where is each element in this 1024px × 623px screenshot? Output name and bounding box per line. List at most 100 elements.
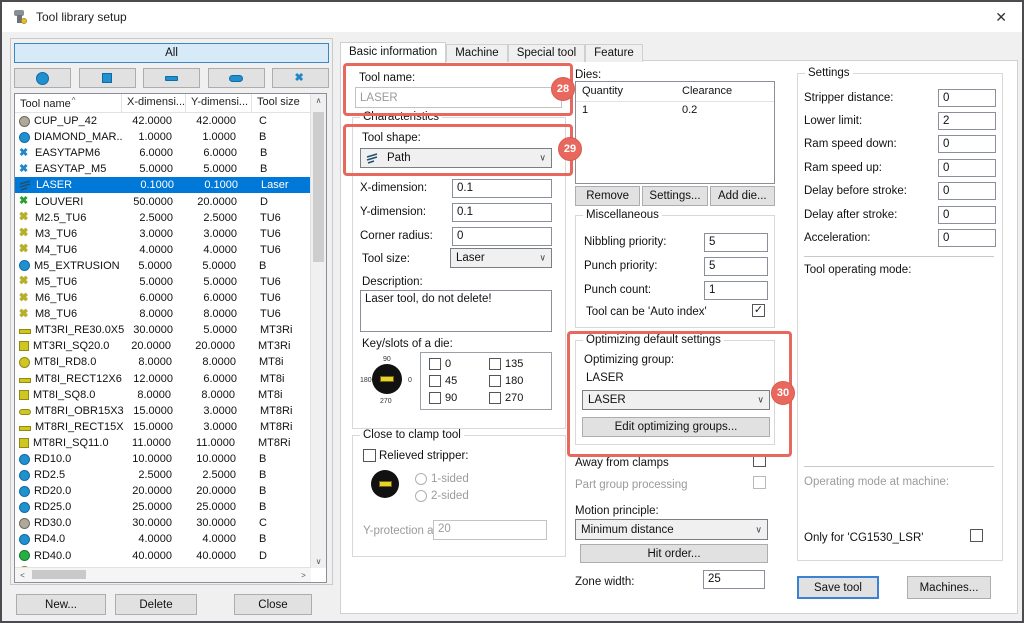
- tool-row-M5_TU6[interactable]: ✖M5_TU65.00005.0000TU6: [15, 274, 326, 290]
- vertical-scrollbar[interactable]: ∧ ∨: [310, 94, 326, 568]
- column-header-1[interactable]: X-dimensi...: [122, 94, 186, 112]
- column-header-3[interactable]: Tool size: [252, 94, 311, 112]
- scroll-left-icon[interactable]: <: [15, 571, 30, 580]
- dies-table: QuantityClearance 10.2: [575, 81, 775, 184]
- tab-basic-information[interactable]: Basic information: [340, 42, 446, 63]
- settings--button[interactable]: Settings...: [642, 186, 707, 206]
- cell-y: 25.0000: [187, 501, 253, 513]
- filter-special-button[interactable]: ✖: [272, 68, 329, 88]
- description-input[interactable]: Laser tool, do not delete!: [360, 290, 552, 332]
- column-header-0[interactable]: Tool name^: [15, 94, 122, 112]
- field-input-stripper-distance-[interactable]: 0: [938, 89, 996, 107]
- close-icon[interactable]: ✕: [995, 9, 1007, 25]
- tool-row-LOUVERI[interactable]: ✖LOUVERI50.000020.0000D: [15, 193, 326, 209]
- tab-machine[interactable]: Machine: [446, 44, 507, 62]
- delete-button[interactable]: Delete: [115, 594, 197, 615]
- field-input-x-dimension-[interactable]: 0.1: [452, 179, 552, 198]
- hit-order-button[interactable]: Hit order...: [580, 544, 768, 563]
- add-die--button[interactable]: Add die...: [710, 186, 775, 206]
- field-label: Punch count:: [584, 284, 704, 296]
- tool-size-dropdown[interactable]: Laser ∨: [450, 248, 552, 268]
- auto-index-checkbox[interactable]: [752, 304, 765, 317]
- tool-row-RD30.0[interactable]: RD30.030.000030.0000C: [15, 515, 326, 531]
- column-header-2[interactable]: Y-dimensi...: [186, 94, 252, 112]
- field-input-delay-after-stroke-[interactable]: 0: [938, 206, 996, 224]
- tool-row-EASYTAP_M5[interactable]: ✖EASYTAP_M55.00005.0000B: [15, 161, 326, 177]
- dies-row[interactable]: 10.2: [576, 102, 774, 119]
- field-input-nibbling-priority-[interactable]: 5: [704, 233, 768, 252]
- tool-row-MT8RI_OBR15X3[interactable]: MT8RI_OBR15X315.00003.0000MT8Ri: [15, 403, 326, 419]
- tab-special-tool[interactable]: Special tool: [508, 44, 585, 62]
- tool-row-MT8I_RECT12X6[interactable]: MT8I_RECT12X612.00006.0000MT8i: [15, 371, 326, 387]
- tab-feature[interactable]: Feature: [585, 44, 643, 62]
- tool-row-MT8RI_RECT15X3[interactable]: MT8RI_RECT15X315.00003.0000MT8Ri: [15, 419, 326, 435]
- close-button[interactable]: Close: [234, 594, 312, 615]
- tool-row-M2.5_TU6[interactable]: ✖M2.5_TU62.50002.5000TU6: [15, 210, 326, 226]
- key-slot-checkbox-0[interactable]: [429, 358, 441, 370]
- cell-size: D: [253, 550, 307, 562]
- field-input-acceleration-[interactable]: 0: [938, 229, 996, 247]
- scroll-up-icon[interactable]: ∧: [311, 96, 326, 105]
- tool-row-MT8I_SQ8.0[interactable]: MT8I_SQ8.08.00008.0000MT8i: [15, 387, 326, 403]
- filter-obround-button[interactable]: [208, 68, 265, 88]
- tool-row-MT3RI_SQ20.0[interactable]: MT3RI_SQ20.020.000020.0000MT3Ri: [15, 338, 326, 354]
- relieved-stripper-checkbox[interactable]: [363, 449, 376, 462]
- dies-column-quantity[interactable]: Quantity: [576, 82, 676, 101]
- tool-row-CUP_UP_42[interactable]: CUP_UP_4242.000042.0000C: [15, 113, 326, 129]
- filter-round-button[interactable]: [14, 68, 71, 88]
- y-protection-input[interactable]: 20: [433, 520, 547, 540]
- tool-row-MT8I_RD8.0[interactable]: MT8I_RD8.08.00008.0000MT8i: [15, 354, 326, 370]
- two-sided-radio[interactable]: [415, 490, 427, 502]
- field-input-punch-count-[interactable]: 1: [704, 281, 768, 300]
- vertical-scroll-thumb[interactable]: [313, 112, 324, 262]
- cell-y: 2.5000: [188, 212, 254, 224]
- field-input-y-dimension-[interactable]: 0.1: [452, 203, 552, 222]
- tool-row-MT8RI_SQ11.0[interactable]: MT8RI_SQ11.011.000011.0000MT8Ri: [15, 435, 326, 451]
- one-sided-radio[interactable]: [415, 473, 427, 485]
- key-slot-checkbox-45[interactable]: [429, 375, 441, 387]
- tool-row-M6_TU6[interactable]: ✖M6_TU66.00006.0000TU6: [15, 290, 326, 306]
- part-group-checkbox[interactable]: [753, 476, 766, 489]
- key-slot-checkbox-135[interactable]: [489, 358, 501, 370]
- tool-row-LASER[interactable]: LASER0.10000.1000Laser: [15, 177, 326, 193]
- tool-row-MT3RI_RE30.0X5.0[interactable]: MT3RI_RE30.0X5.030.00005.0000MT3Ri: [15, 322, 326, 338]
- tool-row-DIAMOND_MAR...[interactable]: DIAMOND_MAR...1.00001.0000B: [15, 129, 326, 145]
- field-input-punch-priority-[interactable]: 5: [704, 257, 768, 276]
- key-slot-checkbox-90[interactable]: [429, 392, 441, 404]
- tool-row-EASYTAPM6[interactable]: ✖EASYTAPM66.00006.0000B: [15, 145, 326, 161]
- scroll-right-icon[interactable]: >: [296, 571, 311, 580]
- tool-row-RD2.5[interactable]: RD2.52.50002.5000B: [15, 467, 326, 483]
- machines-button[interactable]: Machines...: [907, 576, 991, 599]
- save-tool-button[interactable]: Save tool: [797, 576, 879, 599]
- remove-button[interactable]: Remove: [575, 186, 640, 206]
- new-button[interactable]: New...: [16, 594, 106, 615]
- tool-row-RD40.0[interactable]: RD40.040.000040.0000D: [15, 548, 326, 564]
- all-filter-button[interactable]: All: [14, 43, 329, 63]
- cell-size: TU6: [254, 308, 308, 320]
- tool-row-RD20.0[interactable]: RD20.020.000020.0000B: [15, 483, 326, 499]
- zone-width-input[interactable]: 25: [703, 570, 765, 589]
- tool-row-M4_TU6[interactable]: ✖M4_TU64.00004.0000TU6: [15, 242, 326, 258]
- tool-row-RD4.0[interactable]: RD4.04.00004.0000B: [15, 531, 326, 547]
- tool-row-M8_TU6[interactable]: ✖M8_TU68.00008.0000TU6: [15, 306, 326, 322]
- field-input-ram-speed-up-[interactable]: 0: [938, 159, 996, 177]
- horizontal-scroll-thumb[interactable]: [32, 570, 86, 579]
- dies-column-clearance[interactable]: Clearance: [676, 82, 772, 101]
- tool-row-M5_EXTRUSION[interactable]: M5_EXTRUSION5.00005.0000B: [15, 258, 326, 274]
- scroll-down-icon[interactable]: ∨: [311, 557, 326, 566]
- filter-rectangle-button[interactable]: [143, 68, 200, 88]
- field-input-corner-radius-[interactable]: 0: [452, 227, 552, 246]
- field-input-ram-speed-down-[interactable]: 0: [938, 135, 996, 153]
- tool-row-M3_TU6[interactable]: ✖M3_TU63.00003.0000TU6: [15, 226, 326, 242]
- horizontal-scrollbar[interactable]: < >: [15, 567, 311, 582]
- field-input-delay-before-stroke-[interactable]: 0: [938, 182, 996, 200]
- cell-x: 8.0000: [122, 389, 186, 401]
- motion-principle-dropdown[interactable]: Minimum distance ∨: [575, 519, 768, 540]
- only-for-checkbox[interactable]: [970, 529, 983, 542]
- filter-square-button[interactable]: [79, 68, 136, 88]
- tool-row-RD10.0[interactable]: RD10.010.000010.0000B: [15, 451, 326, 467]
- field-input-lower-limit-[interactable]: 2: [938, 112, 996, 130]
- tool-row-RD25.0[interactable]: RD25.025.000025.0000B: [15, 499, 326, 515]
- key-slot-checkbox-270[interactable]: [489, 392, 501, 404]
- key-slot-checkbox-180[interactable]: [489, 375, 501, 387]
